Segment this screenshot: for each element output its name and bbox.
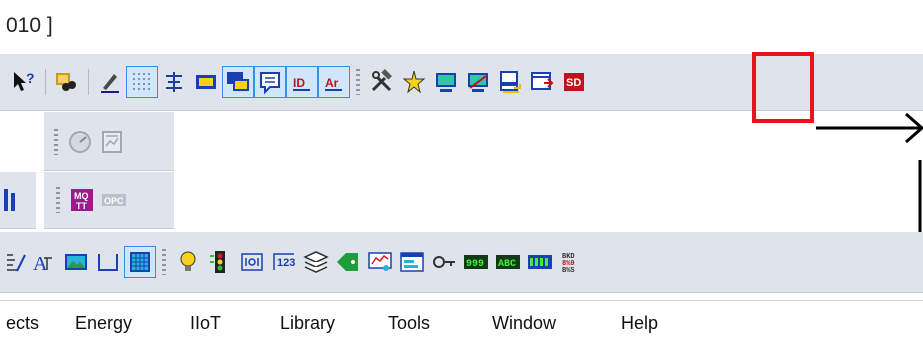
image-icon[interactable] [60,246,92,278]
bracket-icon[interactable] [92,246,124,278]
svg-text:SD: SD [566,77,581,89]
bulb-icon[interactable] [172,246,204,278]
toolbar-row4: A 123 999 ABC BKD 8%9 B%S [4,244,588,280]
scale-icon[interactable] [4,246,28,278]
display-icon[interactable] [396,246,428,278]
toolbar-grip[interactable] [356,69,360,95]
svg-text:TT: TT [76,201,87,211]
svg-text:Ar: Ar [325,76,339,90]
svg-text:A: A [33,253,48,275]
align-icon[interactable] [158,66,190,98]
sd-card-icon[interactable]: SD [558,66,590,98]
menu-item-objects[interactable]: ects [6,313,39,334]
svg-text:MQ: MQ [74,191,89,201]
svg-text:ABC: ABC [498,259,516,270]
toolbar-separator [88,69,89,95]
gauge-icon[interactable] [64,126,96,158]
traffic-light-icon[interactable] [204,246,236,278]
text-display-icon[interactable]: ABC [492,246,524,278]
menu-item-help[interactable]: Help [621,313,658,334]
callout-arrow [816,112,923,240]
id-icon[interactable]: ID [286,66,318,98]
find-icon[interactable] [51,66,83,98]
toolbar-row2 [48,124,128,160]
menu-item-energy[interactable]: Energy [75,313,132,334]
grid-icon[interactable] [126,66,158,98]
numeric-display-icon[interactable]: 999 [460,246,492,278]
highlight-box [752,52,814,123]
svg-text:B%S: B%S [562,267,575,275]
window-title-fragment: 010 ] [6,14,53,37]
menu-item-library[interactable]: Library [280,313,335,334]
switch-icon[interactable] [236,246,268,278]
svg-text:999: 999 [466,259,484,270]
toolbar-grip[interactable] [54,129,58,155]
text-icon[interactable]: A [28,246,60,278]
star-tool-icon[interactable] [398,66,430,98]
menu-item-window[interactable]: Window [492,313,556,334]
svg-text:ID: ID [293,76,305,90]
svg-text:OPC: OPC [104,196,124,206]
tools-icon[interactable] [366,66,398,98]
label-icon[interactable]: Ar [318,66,350,98]
arrow-tag-icon[interactable] [332,246,364,278]
pen-icon[interactable] [94,66,126,98]
help-pointer-icon[interactable]: ? [8,66,40,98]
layers-icon[interactable] [300,246,332,278]
screen-run-icon[interactable] [462,66,494,98]
number-icon[interactable]: 123 [268,246,300,278]
level-icon[interactable] [2,184,18,216]
svg-text:?: ? [26,70,35,86]
key-icon[interactable] [428,246,460,278]
rectangle-icon[interactable] [190,66,222,98]
screen-window-icon[interactable] [526,66,558,98]
screen-icon[interactable] [430,66,462,98]
menu-bar: ects Energy IIoT Library Tools Window He… [0,300,923,350]
toolbar-separator [45,69,46,95]
chart-screen-icon[interactable] [364,246,396,278]
svg-text:123: 123 [277,257,295,269]
menu-item-iiot[interactable]: IIoT [190,313,221,334]
mqtt-icon[interactable]: MQ TT [66,184,98,216]
toolbar-row3: MQ TT OPC [2,182,130,218]
panel-icon[interactable] [96,126,128,158]
overlap-icon[interactable] [222,66,254,98]
toolbar-grip[interactable] [162,249,166,275]
toolbar-row1: ? ID Ar SD [8,60,590,104]
comment-icon[interactable] [254,66,286,98]
menu-item-tools[interactable]: Tools [388,313,430,334]
bar-display-icon[interactable] [524,246,556,278]
toolbar-grip[interactable] [56,187,60,213]
screen-export-icon[interactable] [494,66,526,98]
opc-icon[interactable]: OPC [98,184,130,216]
table-grid-icon[interactable] [124,246,156,278]
code-icon[interactable]: BKD 8%9 B%S [556,246,588,278]
